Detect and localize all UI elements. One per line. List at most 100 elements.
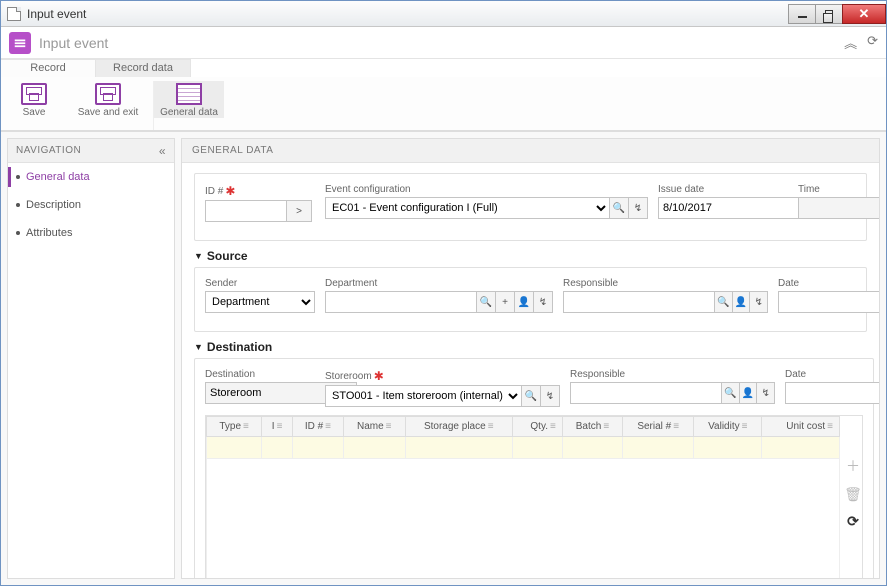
time-input[interactable] (798, 197, 880, 219)
col-storage[interactable]: Storage place≡ (405, 417, 512, 437)
save-button[interactable]: Save (5, 81, 63, 118)
person-icon[interactable]: 👤 (739, 382, 758, 404)
navigation-title: NAVIGATION (16, 145, 81, 156)
issue-date-input[interactable] (658, 197, 810, 219)
col-i[interactable]: I≡ (262, 417, 293, 437)
sender-select[interactable]: Department (205, 291, 315, 313)
source-title-label: Source (207, 249, 248, 263)
form-panel: GENERAL DATA ID #✱ > Event configuration (181, 138, 880, 579)
save-icon (21, 83, 47, 105)
caret-down-icon: ▼ (194, 251, 203, 261)
storeroom-select[interactable]: STO001 - Item storeroom (internal) (325, 385, 522, 407)
navigation-header: NAVIGATION « (8, 139, 174, 163)
department-label: Department (325, 278, 553, 289)
general-data-label: General data (160, 107, 218, 118)
department-input[interactable] (325, 291, 477, 313)
window-title: Input event (27, 7, 86, 21)
clear-icon[interactable]: ↯ (756, 382, 775, 404)
app-icon (9, 32, 31, 54)
src-date-input[interactable] (778, 291, 880, 313)
nav-item-label: Attributes (26, 227, 72, 239)
add-row-icon[interactable]: ＋ (846, 456, 860, 476)
destination-section-title[interactable]: ▼ Destination (194, 340, 867, 354)
header-fieldset: ID #✱ > Event configuration EC01 - Event… (194, 173, 867, 241)
tab-record-data[interactable]: Record data (96, 59, 191, 77)
clear-icon[interactable]: ↯ (749, 291, 768, 313)
general-data-button[interactable]: General data (154, 81, 224, 118)
event-config-label: Event configuration (325, 184, 648, 195)
col-type[interactable]: Type≡ (207, 417, 262, 437)
binoculars-icon[interactable]: 🔍 (521, 385, 541, 407)
issue-date-label: Issue date (658, 184, 788, 195)
col-batch[interactable]: Batch≡ (562, 417, 622, 437)
dst-responsible-label: Responsible (570, 369, 775, 380)
table-side-toolbar: ＋ 🗑 ⟳ (844, 416, 862, 530)
app-header: Input event ︽ ⟳ (1, 27, 886, 59)
collapse-nav-icon[interactable]: « (159, 144, 166, 158)
table-row[interactable] (207, 437, 840, 459)
nav-item-general-data[interactable]: General data (8, 163, 174, 191)
delete-row-icon[interactable]: 🗑 (844, 486, 862, 503)
col-id[interactable]: ID #≡ (292, 417, 343, 437)
storeroom-label: Storeroom✱ (325, 369, 560, 383)
nav-item-attributes[interactable]: Attributes (8, 219, 174, 247)
refresh-icon[interactable]: ⟳ (867, 33, 878, 52)
id-label: ID #✱ (205, 184, 315, 198)
dst-date-input[interactable] (785, 382, 880, 404)
dst-date-label: Date (785, 369, 863, 380)
col-name[interactable]: Name≡ (343, 417, 405, 437)
form-header: GENERAL DATA (182, 139, 879, 163)
window-controls: ✕ (789, 4, 886, 24)
col-serial[interactable]: Serial #≡ (623, 417, 694, 437)
items-table-wrap: Type≡ I≡ ID #≡ Name≡ Storage place≡ Qty.… (205, 415, 863, 579)
restore-button[interactable] (815, 4, 843, 24)
items-table[interactable]: Type≡ I≡ ID #≡ Name≡ Storage place≡ Qty.… (206, 416, 840, 579)
search-icon[interactable]: 🔍 (476, 291, 496, 313)
bullet-icon (16, 203, 20, 207)
window-frame: Input event ✕ Input event ︽ ⟳ Record Rec… (0, 0, 887, 586)
destination-fieldset: Destination Storeroom✱ STO001 - Item sto… (194, 358, 874, 579)
col-unitcost[interactable]: Unit cost≡ (762, 417, 840, 437)
bullet-icon (16, 175, 20, 179)
clear-icon[interactable]: ↯ (540, 385, 560, 407)
clear-icon[interactable]: ↯ (628, 197, 648, 219)
ribbon-tabs: Record Record data (1, 59, 886, 77)
source-fieldset: Sender Department Department 🔍 + 👤 ↯ (194, 267, 867, 332)
collapse-up-icon[interactable]: ︽ (844, 33, 857, 52)
time-label: Time (798, 184, 856, 195)
bullet-icon (16, 231, 20, 235)
form-icon (176, 83, 202, 105)
col-qty[interactable]: Qty.≡ (512, 417, 562, 437)
navigation-panel: NAVIGATION « General data Description At… (7, 138, 175, 579)
src-responsible-input[interactable] (563, 291, 715, 313)
id-next-button[interactable]: > (286, 200, 312, 222)
id-input[interactable] (205, 200, 287, 222)
clear-icon[interactable]: ↯ (533, 291, 553, 313)
src-responsible-label: Responsible (563, 278, 768, 289)
app-title: Input event (39, 35, 108, 51)
nav-item-description[interactable]: Description (8, 191, 174, 219)
search-icon[interactable]: 🔍 (721, 382, 740, 404)
save-and-exit-button[interactable]: Save and exit (73, 81, 143, 118)
person-icon[interactable]: 👤 (732, 291, 751, 313)
caret-down-icon: ▼ (194, 342, 203, 352)
col-validity[interactable]: Validity≡ (694, 417, 762, 437)
minimize-button[interactable] (788, 4, 816, 24)
add-icon[interactable]: + (495, 291, 515, 313)
save-label: Save (23, 107, 46, 118)
search-icon[interactable]: 🔍 (714, 291, 733, 313)
person-icon[interactable]: 👤 (514, 291, 534, 313)
sender-label: Sender (205, 278, 315, 289)
dst-responsible-input[interactable] (570, 382, 722, 404)
table-empty-area (207, 459, 840, 579)
event-config-select[interactable]: EC01 - Event configuration I (Full) (325, 197, 610, 219)
nav-item-label: General data (26, 171, 90, 183)
tab-record[interactable]: Record (1, 59, 96, 77)
nav-item-label: Description (26, 199, 81, 211)
form-header-label: GENERAL DATA (192, 145, 273, 156)
source-section-title[interactable]: ▼ Source (194, 249, 867, 263)
binoculars-icon[interactable]: 🔍 (609, 197, 629, 219)
table-refresh-icon[interactable]: ⟳ (847, 513, 859, 530)
close-button[interactable]: ✕ (842, 4, 886, 24)
destination-label: Destination (205, 369, 315, 380)
